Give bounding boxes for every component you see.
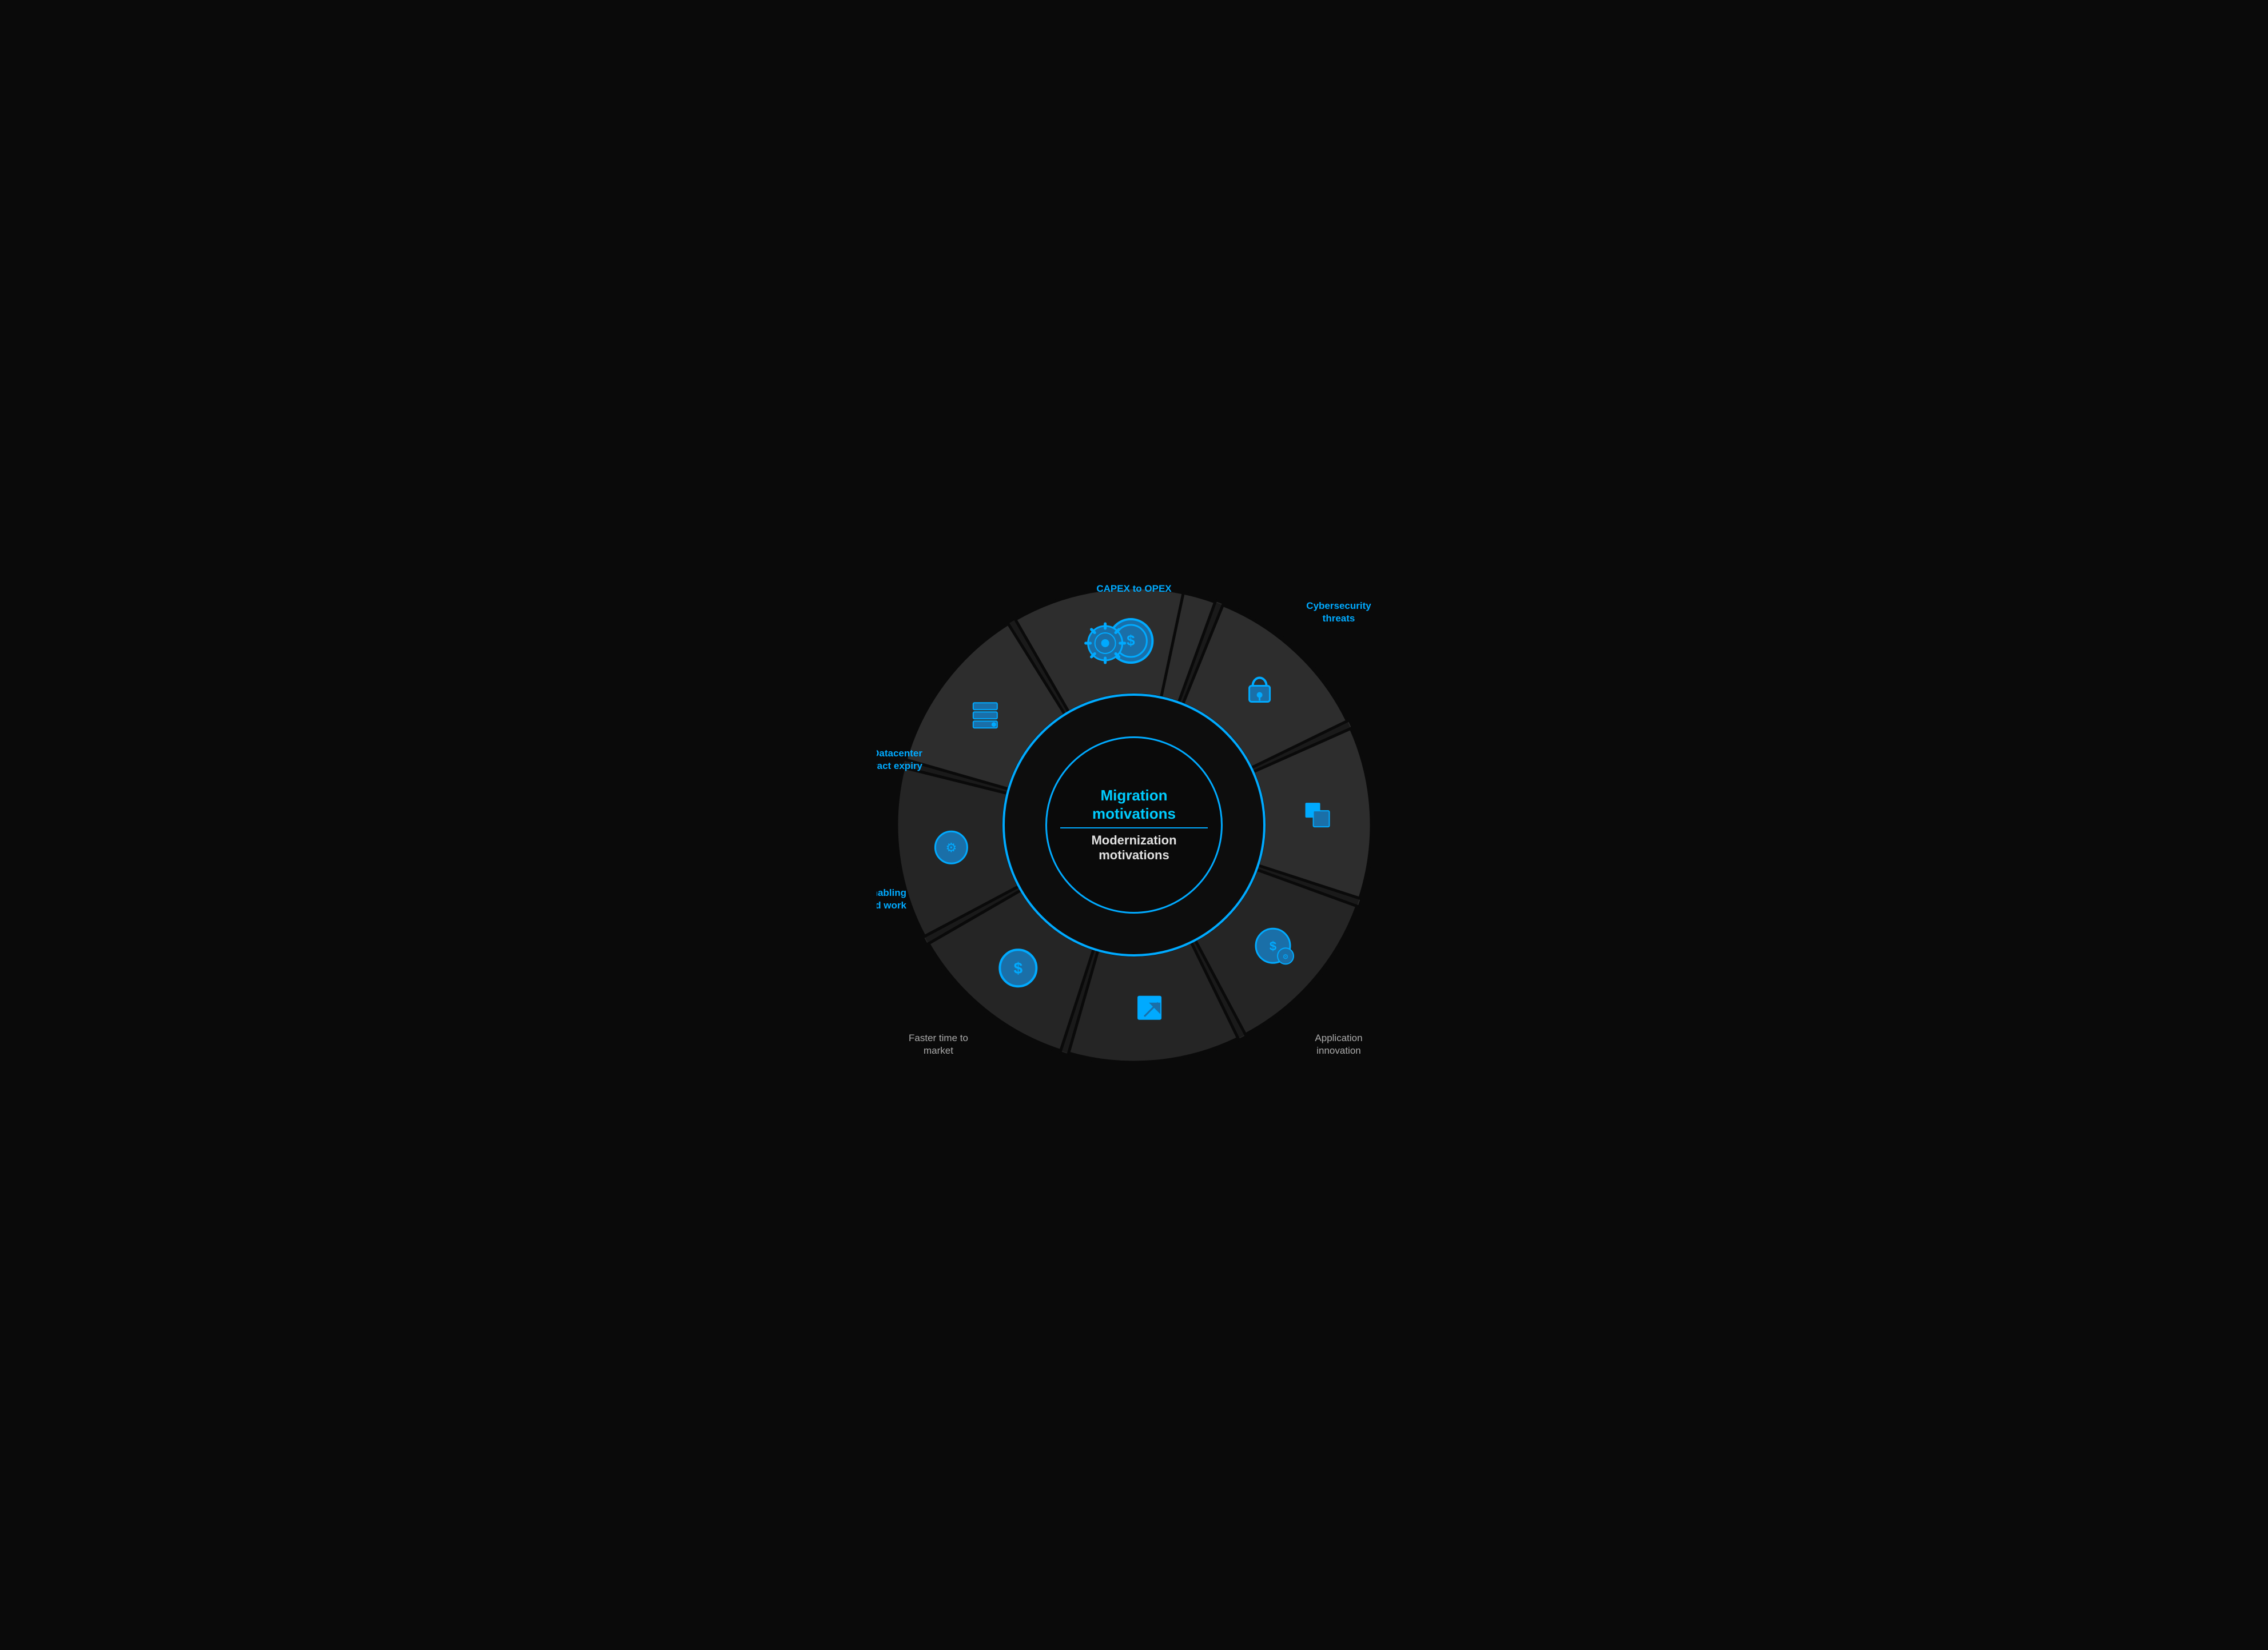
svg-text:Cybersecurity: Cybersecurity	[1306, 600, 1371, 611]
svg-text:hybrid work: hybrid work	[877, 900, 907, 911]
svg-text:⚙: ⚙	[946, 840, 957, 855]
svg-text:$: $	[1270, 939, 1276, 953]
svg-text:Application: Application	[1315, 1033, 1362, 1043]
svg-text:CAPEX to OPEX: CAPEX to OPEX	[1096, 583, 1172, 594]
svg-text:innovation: innovation	[1316, 1045, 1361, 1056]
svg-text:$: $	[1014, 959, 1023, 977]
svg-text:$: $	[1127, 632, 1135, 649]
svg-text:Datacenter: Datacenter	[877, 748, 922, 759]
svg-text:Enabling: Enabling	[877, 887, 906, 898]
svg-text:threats: threats	[1323, 613, 1355, 624]
center-circle: Migration motivations Modernization moti…	[1045, 736, 1223, 914]
svg-text:⚙: ⚙	[1283, 952, 1289, 960]
center-divider	[1060, 827, 1208, 828]
diagram-container: $$⚙$⚙CAPEX to OPEXCybersecuritythreatsBu…	[877, 568, 1391, 1082]
svg-text:market: market	[924, 1045, 953, 1056]
svg-text:contract expiry: contract expiry	[877, 760, 923, 771]
svg-text:Faster time to: Faster time to	[909, 1033, 968, 1043]
migration-motivations-label: Migration motivations	[1092, 787, 1176, 822]
modernization-motivations-label: Modernization motivations	[1091, 833, 1176, 863]
